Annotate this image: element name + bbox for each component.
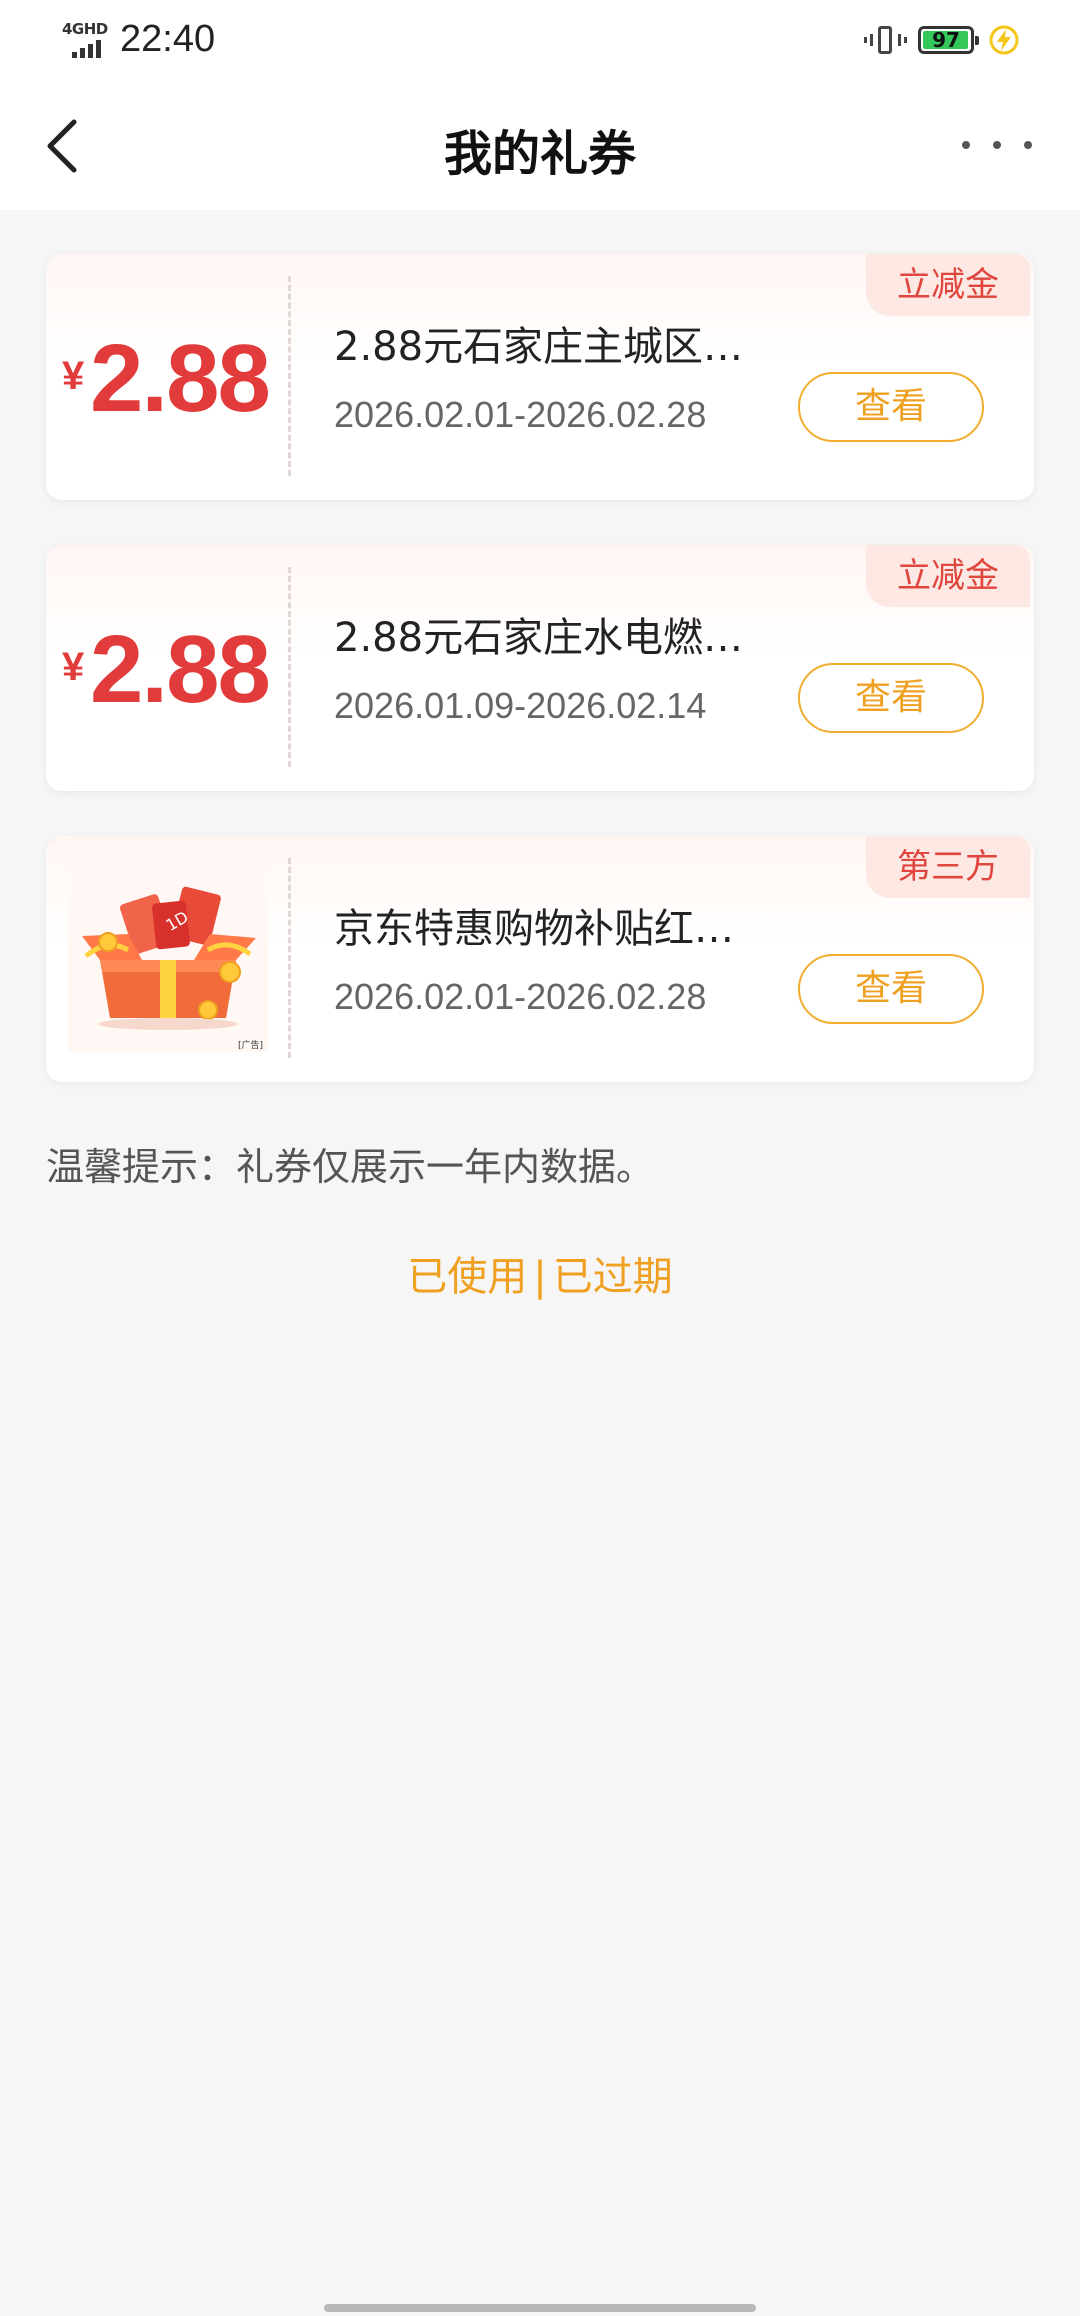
dashed-divider [288, 858, 291, 1058]
coupon-date-range: 2026.01.09-2026.02.14 [334, 685, 707, 726]
amount-value: 2.88 [90, 616, 271, 723]
history-links: 已使用 | 已过期 [0, 1244, 1080, 1302]
dashed-divider [288, 567, 291, 767]
coupon-date-range: 2026.02.01-2026.02.28 [334, 976, 707, 1017]
top-bar: 4GHD 22:40 97 我的礼券 [0, 0, 1080, 210]
page-title: 我的礼券 [443, 126, 636, 182]
coupon-amount: ¥ 2.88 [62, 324, 312, 434]
network-label: 4GHD [62, 20, 108, 38]
view-button[interactable]: 查看 [798, 663, 984, 733]
links-separator: | [533, 1254, 547, 1300]
home-indicator[interactable] [324, 2304, 756, 2312]
coupon-amount: ¥ 2.88 [62, 615, 312, 725]
more-options-icon[interactable] [962, 130, 1032, 160]
coupon-card[interactable]: 第三方 1D [广告] 京东特惠购物补贴红… 2026.02.01-2026.0… [46, 836, 1034, 1082]
tip-text: 温馨提示：礼券仅展示一年内数据。 [46, 1145, 655, 1189]
status-time: 22:40 [120, 18, 216, 60]
view-button[interactable]: 查看 [798, 372, 984, 442]
used-link[interactable]: 已使用 [407, 1254, 527, 1300]
charging-icon [989, 25, 1019, 55]
coupon-tag: 立减金 [866, 254, 1030, 316]
gift-box-image: 1D [广告] [68, 868, 268, 1052]
status-bar: 4GHD 22:40 97 [0, 0, 1080, 84]
battery-icon: 97 [918, 26, 979, 54]
battery-level: 97 [932, 28, 960, 52]
ad-badge: [广告] [238, 1041, 264, 1051]
coupon-date-range: 2026.02.01-2026.02.28 [334, 394, 707, 435]
view-button[interactable]: 查看 [798, 954, 984, 1024]
coupon-title: 京东特惠购物补贴红… [334, 906, 734, 952]
coupon-card[interactable]: 立减金 ¥ 2.88 2.88元石家庄水电燃… 2026.01.09-2026.… [46, 545, 1034, 791]
signal-icon: 4GHD [62, 20, 112, 58]
coupon-card[interactable]: 立减金 ¥ 2.88 2.88元石家庄主城区… 2026.02.01-2026.… [46, 254, 1034, 500]
coupon-title: 2.88元石家庄水电燃… [334, 615, 744, 661]
expired-link[interactable]: 已过期 [553, 1254, 673, 1300]
coupon-title: 2.88元石家庄主城区… [334, 324, 744, 370]
coupon-tag: 立减金 [866, 545, 1030, 607]
amount-value: 2.88 [90, 325, 271, 432]
dashed-divider [288, 276, 291, 476]
currency-symbol: ¥ [62, 354, 85, 398]
currency-symbol: ¥ [62, 645, 85, 689]
vibrate-icon [864, 26, 907, 58]
coupon-tag: 第三方 [866, 836, 1030, 898]
